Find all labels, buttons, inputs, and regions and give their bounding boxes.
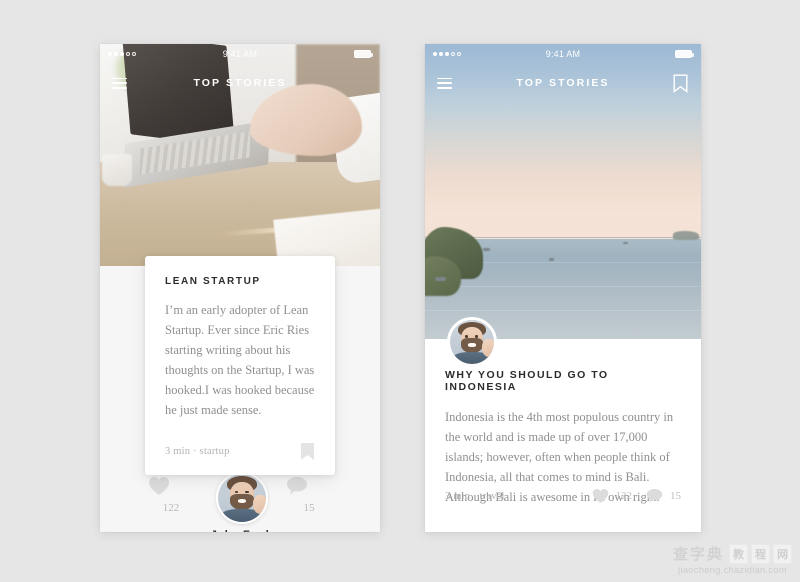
article-footer: 3 min · travel 122 15	[445, 488, 681, 504]
watermark-brand-cn: 查字典	[672, 546, 724, 563]
boat-2	[549, 257, 554, 261]
watermark: 查字典 教 程 网 jiaocheng.chazidian.com	[673, 543, 792, 576]
comment-stat[interactable]: 15	[646, 488, 681, 504]
heart-icon	[592, 489, 608, 503]
bookmark-icon	[673, 74, 688, 93]
hamburger-icon[interactable]	[437, 77, 452, 89]
watermark-box-char-1: 教	[729, 543, 748, 564]
hamburger-icon[interactable]	[112, 77, 127, 89]
boat-1	[483, 247, 490, 251]
avatar[interactable]	[447, 317, 497, 367]
article-body: WHY YOU SHOULD GO TO INDONESIA Indonesia…	[425, 339, 701, 532]
article-meta: 3 min · travel	[445, 490, 505, 502]
like-stat[interactable]: 122	[592, 488, 633, 504]
battery-icon	[675, 50, 694, 58]
battery-icon	[354, 50, 373, 58]
phone-mockup-two: 9:41 AM TOP STORIES WHY YOU SHOULD GO TO…	[425, 44, 701, 532]
card-meta: 3 min · startup	[165, 446, 230, 457]
like-count: 122	[162, 502, 180, 514]
watermark-logo-row: 查字典 教 程 网	[673, 543, 792, 564]
watermark-box-char-3: 网	[773, 543, 792, 564]
nav-title: TOP STORIES	[193, 77, 287, 89]
status-bar: 9:41 AM	[100, 44, 380, 64]
avatar-face	[450, 320, 494, 364]
like-stat[interactable]: 122	[148, 476, 194, 514]
comment-count: 15	[303, 502, 315, 514]
heart-icon	[149, 477, 169, 495]
bookmark-icon[interactable]	[300, 442, 315, 461]
article-stats: 122 15	[592, 488, 681, 504]
nav-bar: TOP STORIES	[425, 64, 701, 102]
author-name: John Fred	[100, 529, 380, 532]
status-time: 9:41 AM	[545, 49, 581, 59]
watermark-boxed-cn: 教 程 网	[729, 543, 792, 564]
article-title: WHY YOU SHOULD GO TO INDONESIA	[445, 369, 609, 393]
boat-3	[435, 277, 446, 282]
like-count: 122	[615, 490, 633, 502]
nav-bar: TOP STORIES	[100, 64, 380, 102]
card-body: I’m an early adopter of Lean Startup. Ev…	[165, 303, 315, 417]
watermark-url: jiaocheng.chazidian.com	[678, 565, 787, 576]
avatar[interactable]	[216, 472, 268, 524]
card-footer: 3 min · startup	[165, 442, 315, 461]
distant-rock	[673, 231, 699, 241]
watermark-box-char-2: 程	[751, 543, 770, 564]
boat-4	[623, 241, 628, 244]
nav-bookmark-button[interactable]	[673, 74, 688, 93]
comment-icon	[646, 489, 663, 503]
comment-icon	[287, 477, 307, 495]
comment-count: 15	[670, 490, 681, 502]
comment-stat[interactable]: 15	[286, 476, 332, 514]
avatar-face	[218, 474, 266, 522]
coffee-cup	[102, 154, 132, 186]
card-title: LEAN STARTUP	[165, 276, 261, 287]
nav-title: TOP STORIES	[516, 77, 610, 89]
status-bar: 9:41 AM	[425, 44, 701, 64]
status-time: 9:41 AM	[222, 49, 258, 59]
phone-mockup-one: 9:41 AM TOP STORIES 122 15 LEAN STARTUP …	[100, 44, 380, 532]
story-card[interactable]: LEAN STARTUP I’m an early adopter of Lea…	[145, 256, 335, 475]
